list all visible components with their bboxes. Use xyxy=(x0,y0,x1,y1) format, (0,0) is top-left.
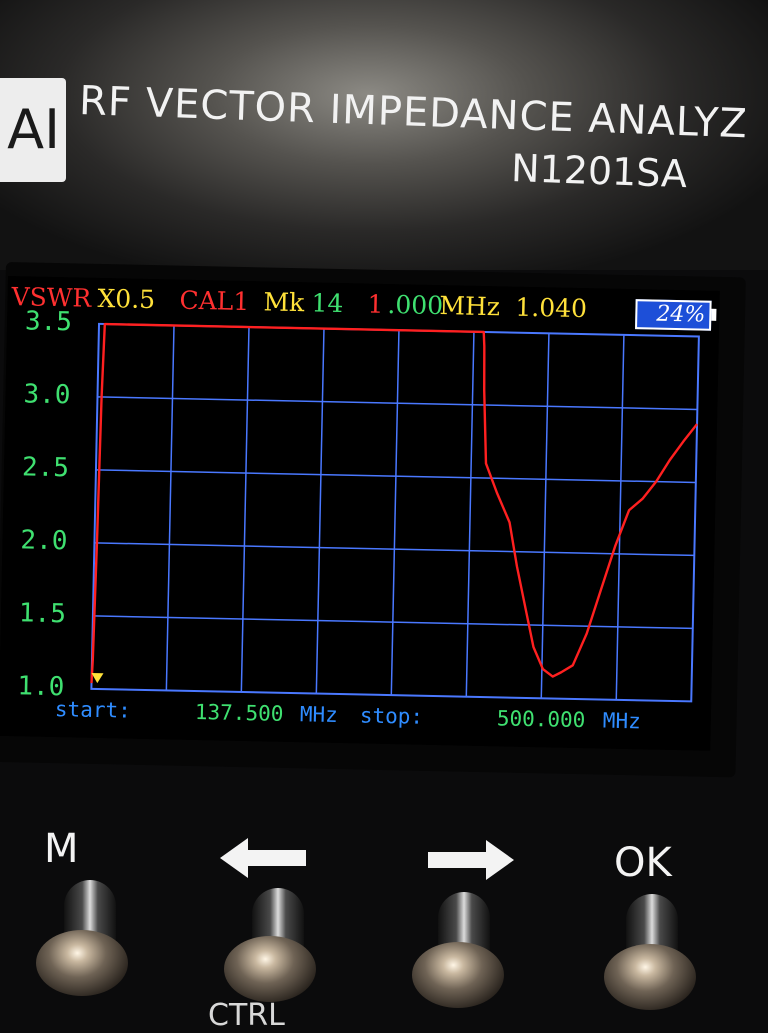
y-tick-label: 1.5 xyxy=(18,598,67,630)
start-frequency-value: 137.500 xyxy=(194,700,284,726)
y-tick-label: 2.0 xyxy=(20,525,68,557)
plot-grid xyxy=(90,322,700,703)
y-tick-label: 2.5 xyxy=(21,452,70,484)
stop-frequency-unit: MHz xyxy=(602,708,642,734)
m-button[interactable] xyxy=(36,930,128,996)
grid-line-vertical xyxy=(240,327,250,692)
lcd-screen: VSWR X0.5 CAL1 Mk 14 1 .000 MHz 1.040 24… xyxy=(0,276,720,751)
ctrl-label: CTRL xyxy=(208,998,285,1033)
grid-line-vertical xyxy=(465,331,475,697)
marker-triangle-icon xyxy=(91,672,104,684)
grid-line-vertical xyxy=(315,328,325,694)
y-tick-label: 3.5 xyxy=(24,306,73,338)
stop-label: stop: xyxy=(359,703,424,729)
right-arrow-button[interactable] xyxy=(412,942,504,1008)
ok-button-label: OK xyxy=(614,840,672,886)
grid-line-vertical xyxy=(540,333,550,699)
left-arrow-button[interactable] xyxy=(224,936,316,1002)
m-button-label: M xyxy=(44,826,79,872)
right-arrow-icon xyxy=(428,840,514,880)
brand-logo: AI xyxy=(0,78,66,182)
ok-button[interactable] xyxy=(604,944,696,1010)
grid-line-vertical xyxy=(390,330,400,696)
grid-line-vertical xyxy=(165,325,175,691)
y-tick-label: 3.0 xyxy=(23,379,71,411)
grid-line-vertical xyxy=(615,334,625,700)
stop-frequency-value: 500.000 xyxy=(496,706,586,733)
start-frequency-unit: MHz xyxy=(299,702,339,728)
start-label: start: xyxy=(54,697,132,723)
vswr-plot xyxy=(90,322,700,703)
model-number: N1201SA xyxy=(510,146,688,197)
left-arrow-icon xyxy=(220,838,306,878)
